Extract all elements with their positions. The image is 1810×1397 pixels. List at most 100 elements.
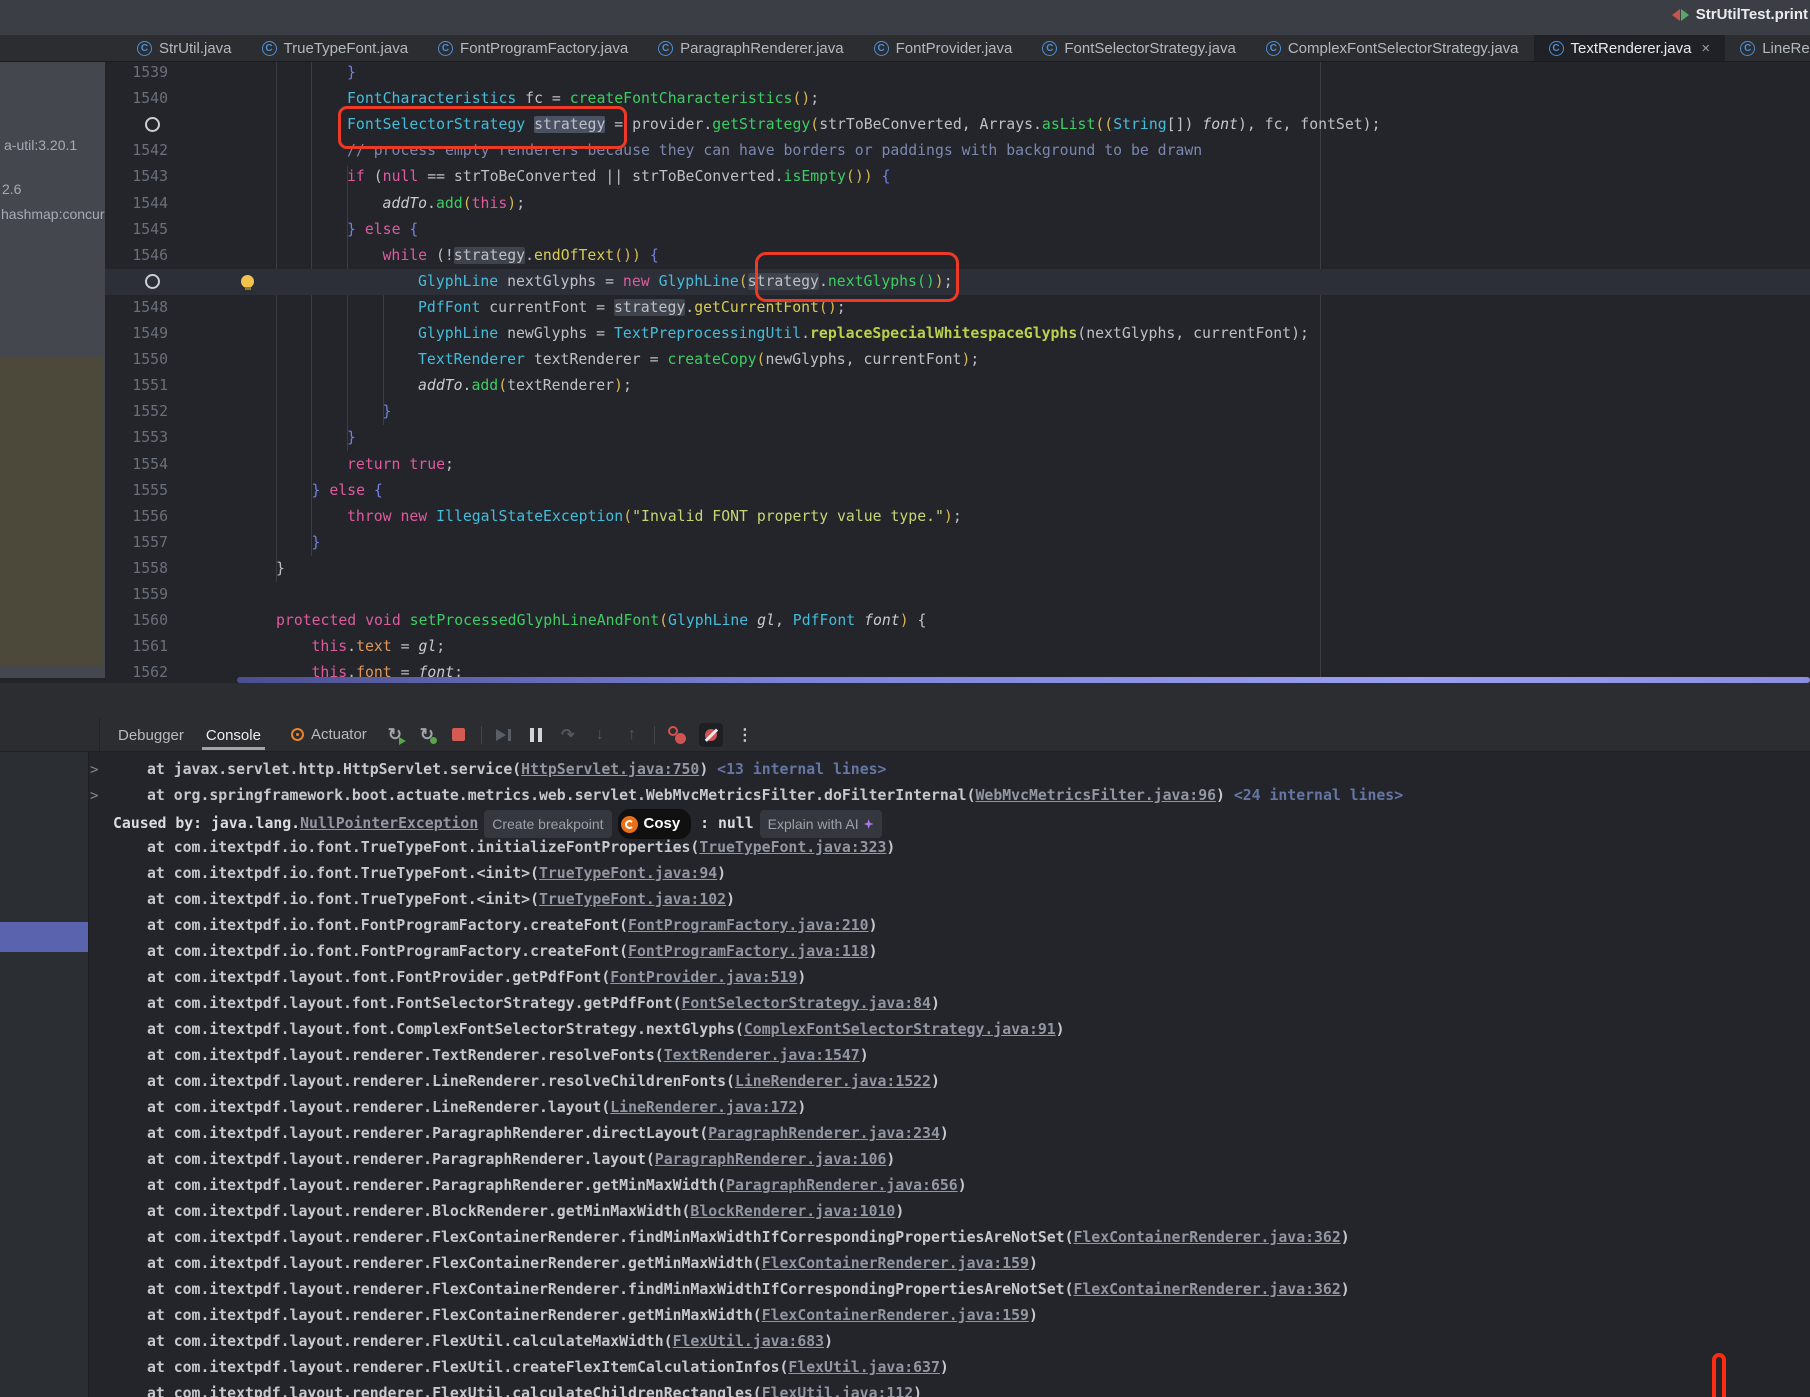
pause-icon[interactable] (526, 725, 546, 745)
source-link[interactable]: FontProvider.java:519 (610, 969, 797, 986)
code-line[interactable]: 1552} (105, 399, 1810, 425)
code-line[interactable]: 1544addTo.add(this); (105, 191, 1810, 217)
line-number[interactable]: 1554 (105, 452, 168, 478)
tab-fontprovider-java[interactable]: CFontProvider.java (859, 35, 1028, 61)
code-editor[interactable]: 1539}1540FontCharacteristics fc = create… (105, 62, 1810, 683)
line-number[interactable]: 1560 (105, 608, 168, 634)
line-number[interactable]: 1542 (105, 138, 168, 164)
source-link[interactable]: FlexContainerRenderer.java:362 (1073, 1229, 1340, 1246)
source-link[interactable]: FontProgramFactory.java:210 (628, 917, 869, 934)
code-line[interactable]: 1561this.text = gl; (105, 634, 1810, 660)
code-line[interactable]: 1539} (105, 62, 1810, 86)
line-number[interactable]: 1555 (105, 478, 168, 504)
source-link[interactable]: FlexContainerRenderer.java:362 (1073, 1281, 1340, 1298)
code-line[interactable]: 1551addTo.add(textRenderer); (105, 373, 1810, 399)
line-number[interactable]: 1539 (105, 62, 168, 86)
source-link[interactable]: FlexUtil.java:637 (788, 1359, 939, 1376)
sidebar-item[interactable]: hashmap:concur (1, 206, 105, 222)
code-line[interactable]: 1558} (105, 556, 1810, 582)
splitter-band[interactable] (0, 683, 1810, 718)
source-link[interactable]: ParagraphRenderer.java:106 (655, 1151, 887, 1168)
source-link[interactable]: ParagraphRenderer.java:234 (708, 1125, 940, 1142)
code-line[interactable]: 1554return true; (105, 452, 1810, 478)
expand-chevron-icon[interactable]: > (90, 757, 98, 783)
line-number[interactable]: 1543 (105, 164, 168, 190)
line-number[interactable]: 1557 (105, 530, 168, 556)
code-line[interactable]: 1549GlyphLine newGlyphs = TextPreprocess… (105, 321, 1810, 347)
line-number[interactable]: 1553 (105, 425, 168, 451)
more-icon[interactable]: ⋮ (735, 725, 755, 745)
source-link[interactable]: TrueTypeFont.java:323 (699, 839, 886, 856)
source-link[interactable]: ParagraphRenderer.java:656 (726, 1177, 958, 1194)
tab-paragraphrenderer-java[interactable]: CParagraphRenderer.java (643, 35, 858, 61)
source-link[interactable]: BlockRenderer.java:1010 (690, 1203, 895, 1220)
code-line[interactable]: 1557} (105, 530, 1810, 556)
resume-icon[interactable] (494, 725, 514, 745)
explain-with-ai-inlay[interactable]: Explain with AI (760, 810, 882, 838)
source-link[interactable]: HttpServlet.java:750 (521, 761, 699, 778)
sidebar-item[interactable]: 2.6 (2, 181, 21, 197)
line-number[interactable]: 1549 (105, 321, 168, 347)
line-number[interactable]: 1540 (105, 86, 168, 112)
code-line[interactable]: 1542// process empty renderers because t… (105, 138, 1810, 164)
tab-linerenderer-java[interactable]: CLineRenderer.java (1725, 35, 1810, 61)
code-line[interactable]: 1545} else { (105, 217, 1810, 243)
line-number[interactable]: 1559 (105, 582, 168, 608)
rerun-icon[interactable] (385, 725, 405, 745)
source-link[interactable]: FontProgramFactory.java:118 (628, 943, 869, 960)
source-link[interactable]: FlexUtil.java:112 (762, 1385, 913, 1397)
tab-textrenderer-java[interactable]: CTextRenderer.java× (1534, 35, 1726, 61)
code-line[interactable]: 1556throw new IllegalStateException("Inv… (105, 504, 1810, 530)
tab-truetypefont-java[interactable]: CTrueTypeFont.java (247, 35, 424, 61)
source-link[interactable]: FlexContainerRenderer.java:159 (762, 1255, 1029, 1272)
line-number[interactable]: 1551 (105, 373, 168, 399)
console-output[interactable]: >at javax.servlet.http.HttpServlet.servi… (0, 752, 1810, 1397)
mute-breakpoints-icon[interactable] (699, 723, 723, 747)
line-number[interactable]: 1562 (105, 660, 168, 683)
tab-fontprogramfactory-java[interactable]: CFontProgramFactory.java (423, 35, 643, 61)
actuator-tab[interactable]: Actuator (291, 726, 367, 743)
create-breakpoint-inlay[interactable]: Create breakpoint (484, 810, 611, 838)
code-line[interactable]: 1550TextRenderer textRenderer = createCo… (105, 347, 1810, 373)
code-line[interactable]: 1543if (null == strToBeConverted || strT… (105, 164, 1810, 190)
code-line[interactable]: 1546while (!strategy.endOfText()) { (105, 243, 1810, 269)
run-configuration[interactable]: StrUtilTest.print (1672, 6, 1808, 23)
line-number[interactable]: 1556 (105, 504, 168, 530)
debug-tab-console[interactable]: Console (202, 720, 265, 750)
tab-strutil-java[interactable]: CStrUtil.java (122, 35, 247, 61)
code-line[interactable]: 1540FontCharacteristics fc = createFontC… (105, 86, 1810, 112)
rerun-debug-icon[interactable] (417, 725, 437, 745)
source-link[interactable]: ComplexFontSelectorStrategy.java:91 (744, 1021, 1056, 1038)
source-link[interactable]: TrueTypeFont.java:94 (539, 865, 717, 882)
line-number[interactable]: 1544 (105, 191, 168, 217)
source-link[interactable]: FlexContainerRenderer.java:159 (762, 1307, 1029, 1324)
step-over-icon[interactable]: ↷ (558, 725, 578, 745)
code-line[interactable]: GlyphLine nextGlyphs = new GlyphLine(str… (105, 269, 1810, 295)
source-link[interactable]: FontSelectorStrategy.java:84 (682, 995, 931, 1012)
step-out-icon[interactable]: ↑ (622, 725, 642, 745)
line-number[interactable]: 1545 (105, 217, 168, 243)
close-icon[interactable]: × (1701, 40, 1710, 57)
line-number[interactable]: 1561 (105, 634, 168, 660)
source-link[interactable]: FlexUtil.java:683 (673, 1333, 824, 1350)
sidebar-item[interactable]: a-util:3.20.1 (4, 137, 77, 153)
code-line[interactable]: 1548PdfFont currentFont = strategy.getCu… (105, 295, 1810, 321)
stop-icon[interactable] (449, 725, 469, 745)
source-link[interactable]: LineRenderer.java:1522 (735, 1073, 931, 1090)
exception-link[interactable]: NullPointerException (300, 815, 478, 832)
step-into-icon[interactable]: ↓ (590, 725, 610, 745)
code-line[interactable]: 1560protected void setProcessedGlyphLine… (105, 608, 1810, 634)
expand-chevron-icon[interactable]: > (90, 783, 98, 809)
line-number[interactable]: 1558 (105, 556, 168, 582)
line-number[interactable]: 1550 (105, 347, 168, 373)
tab-complexfontselectorstrategy-java[interactable]: CComplexFontSelectorStrategy.java (1251, 35, 1534, 61)
code-line[interactable]: FontSelectorStrategy strategy = provider… (105, 112, 1810, 138)
source-link[interactable]: TextRenderer.java:1547 (664, 1047, 860, 1064)
tab-fontselectorstrategy-java[interactable]: CFontSelectorStrategy.java (1027, 35, 1250, 61)
source-link[interactable]: TrueTypeFont.java:102 (539, 891, 726, 908)
code-line[interactable]: 1559 (105, 582, 1810, 608)
intention-bulb-icon[interactable] (241, 275, 254, 288)
debug-tab-debugger[interactable]: Debugger (114, 720, 188, 750)
breakpoint-icon[interactable] (145, 117, 160, 132)
code-line[interactable]: 1555} else { (105, 478, 1810, 504)
